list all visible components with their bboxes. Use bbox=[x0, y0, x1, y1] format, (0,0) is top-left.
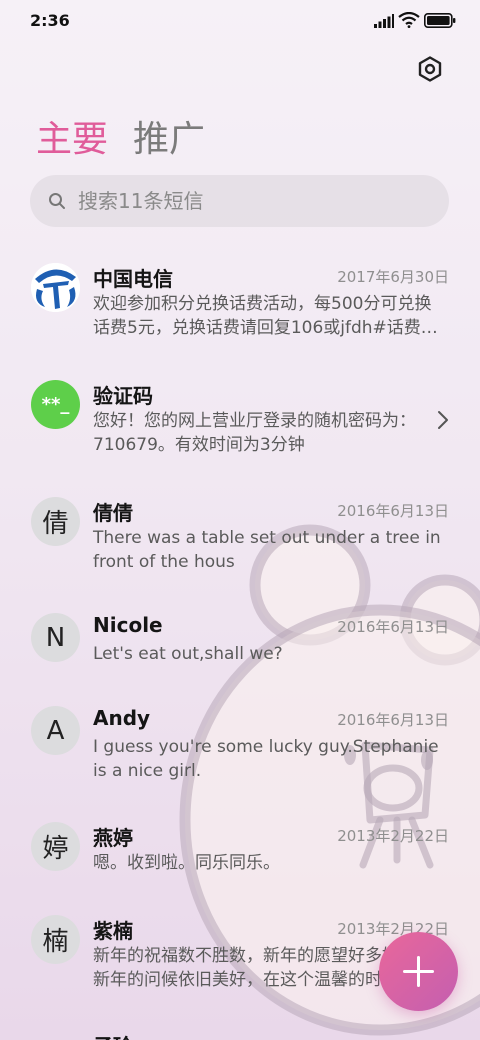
search-bar[interactable]: 搜索11条短信 bbox=[30, 175, 449, 227]
chevron-right-icon[interactable] bbox=[437, 410, 449, 430]
message-date: 2016年6月13日 bbox=[337, 618, 449, 636]
tab-main[interactable]: 主要 bbox=[36, 110, 108, 162]
sender-name: 紫楠 bbox=[93, 919, 133, 943]
conversation-item[interactable]: N Nicole 2016年6月13日 Let's eat out,shall … bbox=[0, 613, 480, 683]
sender-name: Nicole bbox=[93, 613, 163, 637]
compose-button[interactable] bbox=[379, 932, 458, 1011]
conversation-item[interactable]: 倩 倩倩 2016年6月13日 There was a table set ou… bbox=[0, 497, 480, 587]
avatar: **_ bbox=[31, 380, 80, 429]
message-preview: Let's eat out,shall we? bbox=[93, 644, 283, 664]
avatar: 倩 bbox=[31, 497, 80, 546]
china-telecom-logo bbox=[31, 263, 80, 312]
sender-name: 子玲 bbox=[93, 1030, 133, 1040]
sender-name: 倩倩 bbox=[93, 501, 133, 525]
gear-icon bbox=[418, 56, 442, 82]
sender-name: Andy bbox=[93, 706, 151, 730]
message-date: 2016年6月13日 bbox=[337, 711, 449, 729]
status-bar: 2:36 bbox=[0, 0, 480, 40]
wifi-icon bbox=[398, 12, 420, 28]
sender-name: 验证码 bbox=[93, 384, 153, 408]
avatar bbox=[31, 263, 80, 312]
sender-name: 燕婷 bbox=[93, 826, 133, 850]
tab-promo[interactable]: 推广 bbox=[133, 110, 205, 162]
battery-icon bbox=[424, 13, 456, 28]
conversation-item[interactable]: **_ 验证码 您好！您的网上营业厅登录的随机密码为： 710679。有效时间为… bbox=[0, 380, 480, 470]
avatar: N bbox=[31, 613, 80, 662]
sender-name: 中国电信 bbox=[93, 267, 173, 291]
conversation-item[interactable]: 子玲 bbox=[0, 1030, 480, 1040]
message-preview: I guess you're some lucky guy.Stephanie … bbox=[93, 737, 439, 781]
search-input[interactable]: 搜索11条短信 bbox=[78, 175, 203, 227]
avatar: 婷 bbox=[31, 822, 80, 871]
message-preview: 欢迎参加积分兑换话费活动，每500分可兑换 话费5元，兑换话费请回复106或jf… bbox=[93, 294, 438, 338]
conversation-item[interactable]: 婷 燕婷 2013年2月22日 嗯。收到啦。同乐同乐。 bbox=[0, 822, 480, 892]
settings-button[interactable] bbox=[416, 55, 444, 83]
avatar: A bbox=[31, 706, 80, 755]
message-date: 2016年6月13日 bbox=[337, 502, 449, 520]
message-date: 2017年6月30日 bbox=[337, 268, 449, 286]
avatar: 楠 bbox=[31, 915, 80, 964]
conversation-item[interactable]: 中国电信 2017年6月30日 欢迎参加积分兑换话费活动，每500分可兑换 话费… bbox=[0, 263, 480, 353]
signal-icon bbox=[374, 14, 394, 28]
status-time: 2:36 bbox=[30, 11, 70, 30]
conversation-item[interactable]: A Andy 2016年6月13日 I guess you're some lu… bbox=[0, 706, 480, 796]
search-icon bbox=[49, 193, 65, 209]
message-preview: 您好！您的网上营业厅登录的随机密码为： 710679。有效时间为3分钟 bbox=[93, 411, 416, 455]
message-preview: There was a table set out under a tree i… bbox=[93, 528, 441, 572]
message-preview: 嗯。收到啦。同乐同乐。 bbox=[93, 853, 280, 873]
message-date: 2013年2月22日 bbox=[337, 827, 449, 845]
